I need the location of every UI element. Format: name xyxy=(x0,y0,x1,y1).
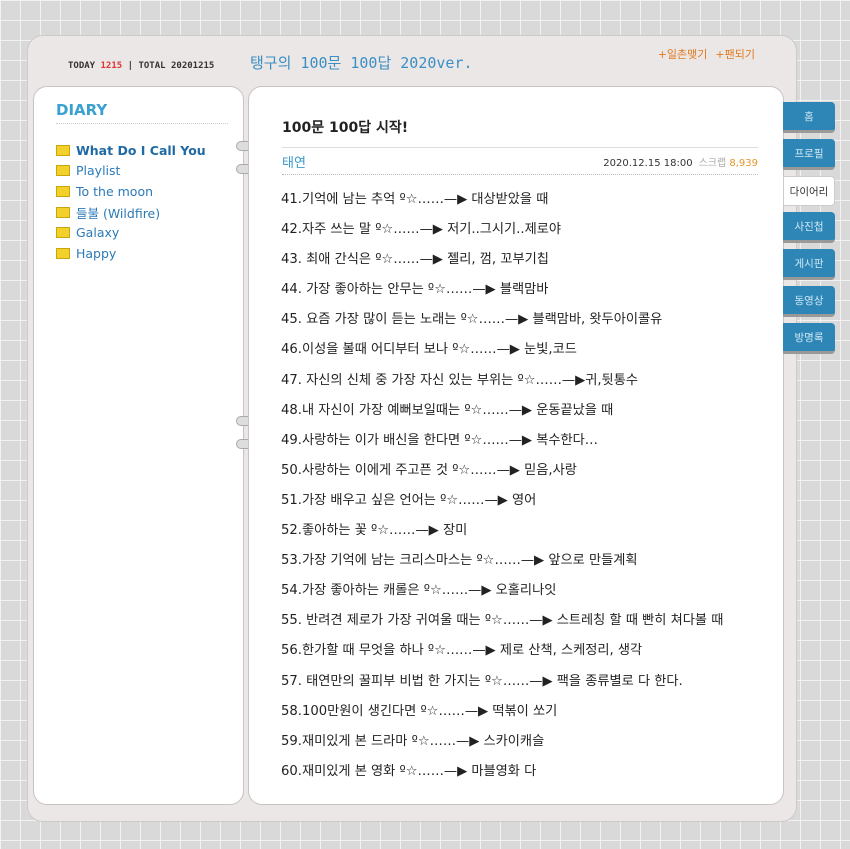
folder-label: 들불 (Wildfire) xyxy=(76,205,161,221)
qa-item: 42.자주 쓰는 말 º☆……—▶ 저기..그시기..제로야 xyxy=(281,222,561,238)
folder-label: Happy xyxy=(76,245,117,261)
qa-item: 47. 자신의 신체 중 가장 자신 있는 부위는 º☆……—▶귀,뒷통수 xyxy=(281,372,638,388)
total-count: 20201215 xyxy=(170,61,215,71)
become-fan-link[interactable]: +팬되기 xyxy=(715,48,755,61)
qa-item: 52.좋아하는 꽃 º☆……—▶ 장미 xyxy=(281,523,468,539)
sidebar-folder[interactable]: Galaxy xyxy=(56,222,206,243)
qa-item: 59.재미있게 본 드라마 º☆……—▶ 스카이캐슬 xyxy=(281,733,545,749)
add-friend-link[interactable]: +일촌맺기 xyxy=(658,48,708,61)
folder-icon xyxy=(56,144,70,156)
qa-item: 57. 태연만의 꿀피부 비법 한 가지는 º☆……—▶ 팩을 종류별로 다 한… xyxy=(281,673,683,689)
qa-item: 49.사랑하는 이가 배신을 한다면 º☆……—▶ 복수한다… xyxy=(281,432,598,448)
qa-item: 50.사랑하는 이에게 주고픈 것 º☆……—▶ 믿음,사랑 xyxy=(281,462,577,478)
nav-tab[interactable]: 프로필 xyxy=(783,139,835,170)
sidebar-folder[interactable]: To the moon xyxy=(56,181,206,202)
today-label: TODAY xyxy=(68,61,96,71)
folder-icon xyxy=(56,206,70,218)
qa-item: 43. 최애 간식은 º☆……—▶ 젤리, 껌, 꼬부기칩 xyxy=(281,252,549,268)
qa-item: 53.가장 기억에 남는 크리스마스는 º☆……—▶ 앞으로 만들계획 xyxy=(281,553,638,569)
qa-item: 51.가장 배우고 싶은 언어는 º☆……—▶ 영어 xyxy=(281,492,537,508)
scrap-label[interactable]: 스크랩 xyxy=(699,158,727,169)
folder-label: What Do I Call You xyxy=(76,142,206,158)
post-meta: 태연 2020.12.15 18:00 스크랩 8,939 xyxy=(282,147,758,175)
folder-label: Playlist xyxy=(76,163,121,179)
sidebar-folder[interactable]: What Do I Call You xyxy=(56,140,206,161)
qa-item: 44. 가장 좋아하는 안무는 º☆……—▶ 블랙맘바 xyxy=(281,282,549,298)
post-date: 2020.12.15 18:00 xyxy=(603,157,693,169)
qa-item: 55. 반려견 제로가 가장 귀여울 때는 º☆……—▶ 스트레칭 할 때 빤히… xyxy=(281,613,724,629)
nav-tab[interactable]: 게시판 xyxy=(783,249,835,280)
post-panel: 100문 100답 시작! 태연 2020.12.15 18:00 스크랩 8,9… xyxy=(248,86,784,805)
post-author[interactable]: 태연 xyxy=(282,152,306,171)
qa-item: 45. 요즘 가장 많이 듣는 노래는 º☆……—▶ 블랙맘바, 왓두아이콜유 xyxy=(281,312,663,328)
sidebar-folder[interactable]: 들불 (Wildfire) xyxy=(56,202,206,223)
folder-label: Galaxy xyxy=(76,225,120,241)
qa-item: 60.재미있게 본 영화 º☆……—▶ 마블영화 다 xyxy=(281,763,537,779)
sidebar: DIARY What Do I Call You Playlist To the m… xyxy=(33,86,244,805)
nav-tab[interactable]: 방명록 xyxy=(783,323,835,354)
nav-tab[interactable]: 다이어리 xyxy=(783,176,835,206)
qa-item: 46.이성을 볼때 어디부터 보나 º☆……—▶ 눈빛,코드 xyxy=(281,342,577,358)
qa-item: 41.기억에 남는 추억 º☆……—▶ 대상받았을 때 xyxy=(281,192,549,207)
total-label: | TOTAL xyxy=(127,61,166,71)
nav-tab[interactable]: 동영상 xyxy=(783,286,835,317)
folder-icon xyxy=(56,165,70,177)
folder-icon xyxy=(56,227,70,239)
minihome-title: 탱구의 100문 100답 2020ver. xyxy=(250,54,473,72)
sidebar-heading: DIARY xyxy=(56,101,228,124)
qa-item: 48.내 자신이 가장 예뻐보일때는 º☆……—▶ 운동끝났을 때 xyxy=(281,402,614,418)
scrap-count: 8,939 xyxy=(729,157,758,169)
folder-icon xyxy=(56,247,70,259)
nav-tab[interactable]: 사진첩 xyxy=(783,212,835,243)
folder-label: To the moon xyxy=(76,183,154,199)
visitor-counter: TODAY 1215 | TOTAL 20201215 xyxy=(68,61,214,71)
sidebar-folder[interactable]: Playlist xyxy=(56,161,206,182)
qa-item: 56.한가할 때 무엇을 하나 º☆……—▶ 제로 산책, 스케정리, 생각 xyxy=(281,643,643,659)
today-count: 1215 xyxy=(100,61,123,71)
folder-icon xyxy=(56,185,70,197)
qa-item: 58.100만원이 생긴다면 º☆……—▶ 떡볶이 쏘기 xyxy=(281,703,558,719)
sidebar-folder[interactable]: Happy xyxy=(56,243,206,264)
qa-item: 54.가장 좋아하는 캐롤은 º☆……—▶ 오홀리나잇 xyxy=(281,583,557,599)
post-title: 100문 100답 시작! xyxy=(282,120,409,136)
nav-tab[interactable]: 홈 xyxy=(783,102,835,133)
